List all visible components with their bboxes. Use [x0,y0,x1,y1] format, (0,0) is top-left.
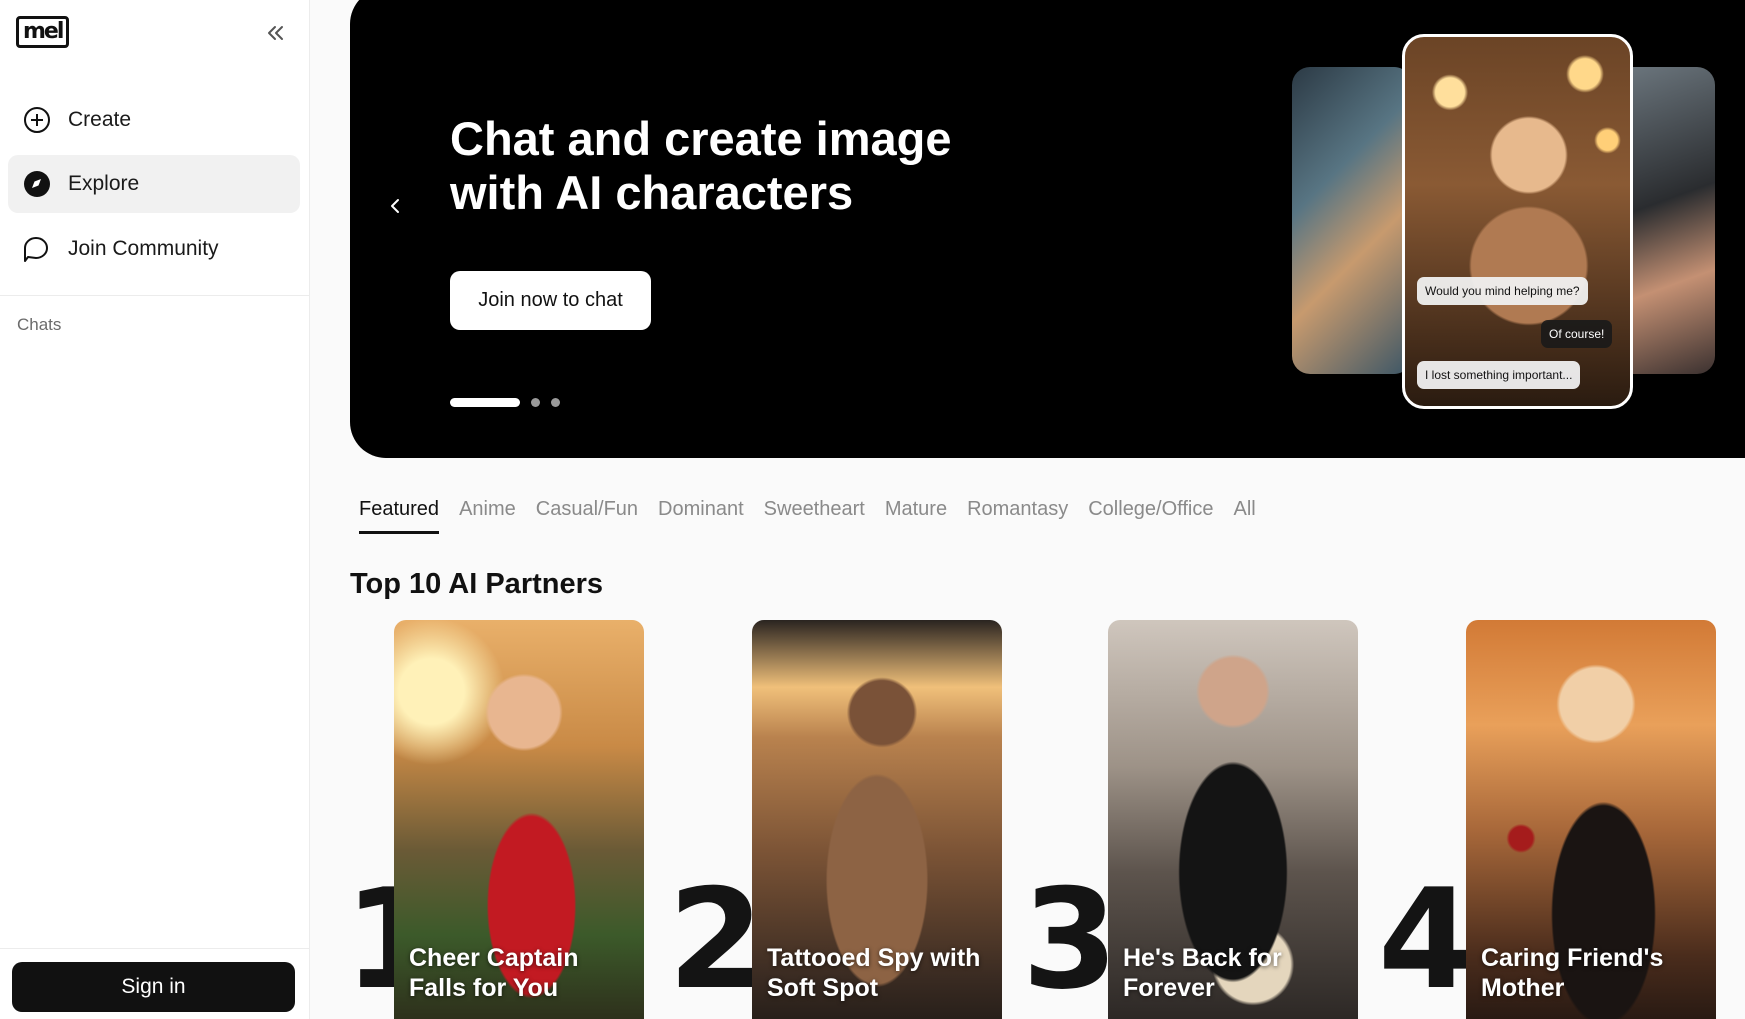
character-card[interactable]: Caring Friend's Mother [1466,620,1716,1019]
join-now-button[interactable]: Join now to chat [450,271,651,330]
hero-prev-button[interactable] [380,193,410,223]
tab-college-office[interactable]: College/Office [1088,498,1213,531]
compass-icon [22,169,52,199]
character-card-title: Cheer Captain Falls for You [409,944,579,1002]
chat-bubble-icon [22,234,52,264]
character-preview-image [1292,67,1412,374]
collapse-sidebar-button[interactable] [260,20,290,50]
tab-romantasy[interactable]: Romantasy [967,498,1068,531]
sidebar-item-label: Create [68,108,132,131]
section-title: Top 10 AI Partners [350,568,604,600]
app-logo[interactable]: mel [16,16,70,48]
tab-mature[interactable]: Mature [885,498,947,531]
divider [0,948,310,949]
double-chevron-left-icon [264,22,286,49]
sidebar-item-label: Explore [68,172,140,195]
tab-casual-fun[interactable]: Casual/Fun [536,498,638,531]
tab-featured[interactable]: Featured [359,498,440,534]
character-card[interactable]: Tattooed Spy with Soft Spot [752,620,1002,1019]
rank-number: 4 [1378,859,1474,1019]
rank-number: 2 [668,859,764,1019]
sidebar: mel Create Explore Join Community Chats … [0,0,310,1019]
carousel-indicator [450,398,571,407]
tab-all[interactable]: All [1234,498,1256,531]
carousel-dot[interactable] [551,398,560,407]
tab-dominant[interactable]: Dominant [658,498,744,531]
character-card-title: Caring Friend's Mother [1481,944,1664,1002]
character-card[interactable]: Cheer Captain Falls for You [394,620,644,1019]
chat-preview-phone: Would you mind helping me? Of course! I … [1402,34,1633,409]
rank-number: 3 [1022,859,1118,1019]
tab-sweetheart[interactable]: Sweetheart [764,498,865,531]
divider [0,295,310,296]
chat-bubble: Would you mind helping me? [1417,277,1588,305]
character-card[interactable]: He's Back for Forever [1108,620,1358,1019]
sidebar-item-label: Join Community [68,237,219,260]
hero-banner: Chat and create image with AI characters… [350,0,1745,458]
tab-anime[interactable]: Anime [459,498,516,531]
sidebar-item-explore[interactable]: Explore [8,155,300,213]
chats-section-label: Chats [17,315,62,334]
sidebar-item-join-community[interactable]: Join Community [8,220,300,278]
chevron-left-icon [388,197,402,220]
sidebar-item-create[interactable]: Create [8,91,300,149]
character-card-title: Tattooed Spy with Soft Spot [767,944,981,1002]
character-card-title: He's Back for Forever [1123,944,1282,1002]
sign-in-button[interactable]: Sign in [12,962,295,1012]
chat-bubble: Of course! [1541,320,1613,348]
plus-circle-icon [22,105,52,135]
carousel-dot[interactable] [531,398,540,407]
hero-title: Chat and create image with AI characters [450,112,952,219]
chat-bubble: I lost something important... [1417,361,1581,389]
carousel-dot[interactable] [450,398,520,407]
category-tabs: Featured Anime Casual/Fun Dominant Sweet… [359,498,1276,534]
